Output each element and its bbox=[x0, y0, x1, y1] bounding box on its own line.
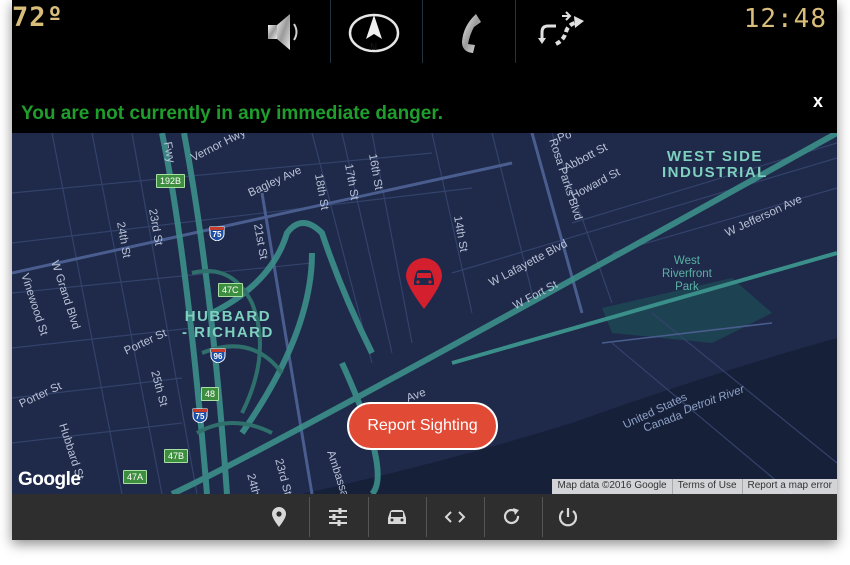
phone-button[interactable] bbox=[424, 0, 512, 63]
major-roads bbox=[12, 133, 584, 494]
report-map-error-link[interactable]: Report a map error bbox=[741, 479, 837, 494]
navigation-button[interactable]: N bbox=[330, 0, 418, 63]
shield-number: 75 bbox=[195, 412, 205, 421]
status-bar: 72º N 12:48 bbox=[12, 0, 837, 63]
sliders-icon bbox=[329, 508, 347, 526]
vehicle-button[interactable] bbox=[368, 494, 426, 540]
district-line: WEST SIDE bbox=[666, 148, 763, 165]
district-line: - RICHARD bbox=[182, 324, 274, 341]
map-data-credit: Map data ©2016 Google bbox=[557, 480, 667, 491]
interstate-shield: 75 bbox=[192, 408, 208, 423]
location-button[interactable] bbox=[250, 494, 308, 540]
interstate-shield: 96 bbox=[210, 348, 226, 363]
close-alert-button[interactable]: x bbox=[813, 91, 823, 112]
park-line: Riverfront bbox=[662, 268, 712, 280]
refresh-button[interactable] bbox=[483, 494, 541, 540]
google-logo: Google bbox=[18, 469, 81, 490]
alert-banner: You are not currently in any immediate d… bbox=[12, 63, 837, 133]
district-label: WEST SIDE INDUSTRIAL bbox=[662, 149, 768, 181]
car-icon bbox=[388, 510, 406, 524]
map-view[interactable]: Fwy Vernor Hwy Bagley Ave 18th St 17th S… bbox=[12, 133, 837, 494]
route-icon bbox=[538, 10, 584, 46]
district-line: HUBBARD bbox=[184, 308, 272, 325]
terms-of-use-link[interactable]: Terms of Use bbox=[671, 479, 742, 494]
shield-number: 96 bbox=[213, 352, 223, 361]
code-button[interactable] bbox=[426, 494, 484, 540]
clock: 12:48 bbox=[743, 4, 827, 34]
park-label: West Riverfront Park bbox=[662, 255, 712, 294]
phone-icon bbox=[462, 13, 481, 53]
app-screen: 72º N 12:48 You are not currently in any… bbox=[12, 0, 837, 540]
power-button[interactable] bbox=[539, 494, 597, 540]
district-label: HUBBARD - RICHARD bbox=[182, 309, 274, 341]
park-line: West bbox=[673, 255, 700, 267]
directions-button[interactable] bbox=[517, 0, 605, 63]
report-sighting-button[interactable]: Report Sighting bbox=[347, 402, 498, 450]
park-line: Park bbox=[675, 281, 699, 293]
exit-badge: 47B bbox=[164, 449, 189, 463]
district-line: INDUSTRIAL bbox=[662, 164, 768, 181]
exit-badge: 47A bbox=[123, 470, 148, 484]
compass-icon: N bbox=[348, 13, 400, 53]
temperature-readout: 72º bbox=[12, 2, 64, 33]
settings-button[interactable] bbox=[309, 494, 367, 540]
location-pin-icon bbox=[272, 507, 286, 527]
speaker-button[interactable] bbox=[238, 0, 326, 63]
shield-number: 75 bbox=[212, 230, 222, 239]
compass-letter: N bbox=[370, 42, 377, 53]
refresh-icon bbox=[503, 508, 520, 525]
exit-badge: 47C bbox=[218, 283, 243, 297]
power-icon bbox=[558, 508, 578, 527]
map-attribution: Map data ©2016 Google Terms of Use Repor… bbox=[552, 479, 837, 494]
interstate-shield: 75 bbox=[209, 226, 225, 241]
exit-badge: 192B bbox=[156, 174, 186, 188]
speaker-icon bbox=[268, 13, 298, 50]
bottom-toolbar bbox=[12, 494, 837, 540]
code-icon bbox=[444, 511, 466, 523]
exit-badge: 48 bbox=[201, 387, 220, 401]
danger-status-message: You are not currently in any immediate d… bbox=[21, 103, 443, 124]
